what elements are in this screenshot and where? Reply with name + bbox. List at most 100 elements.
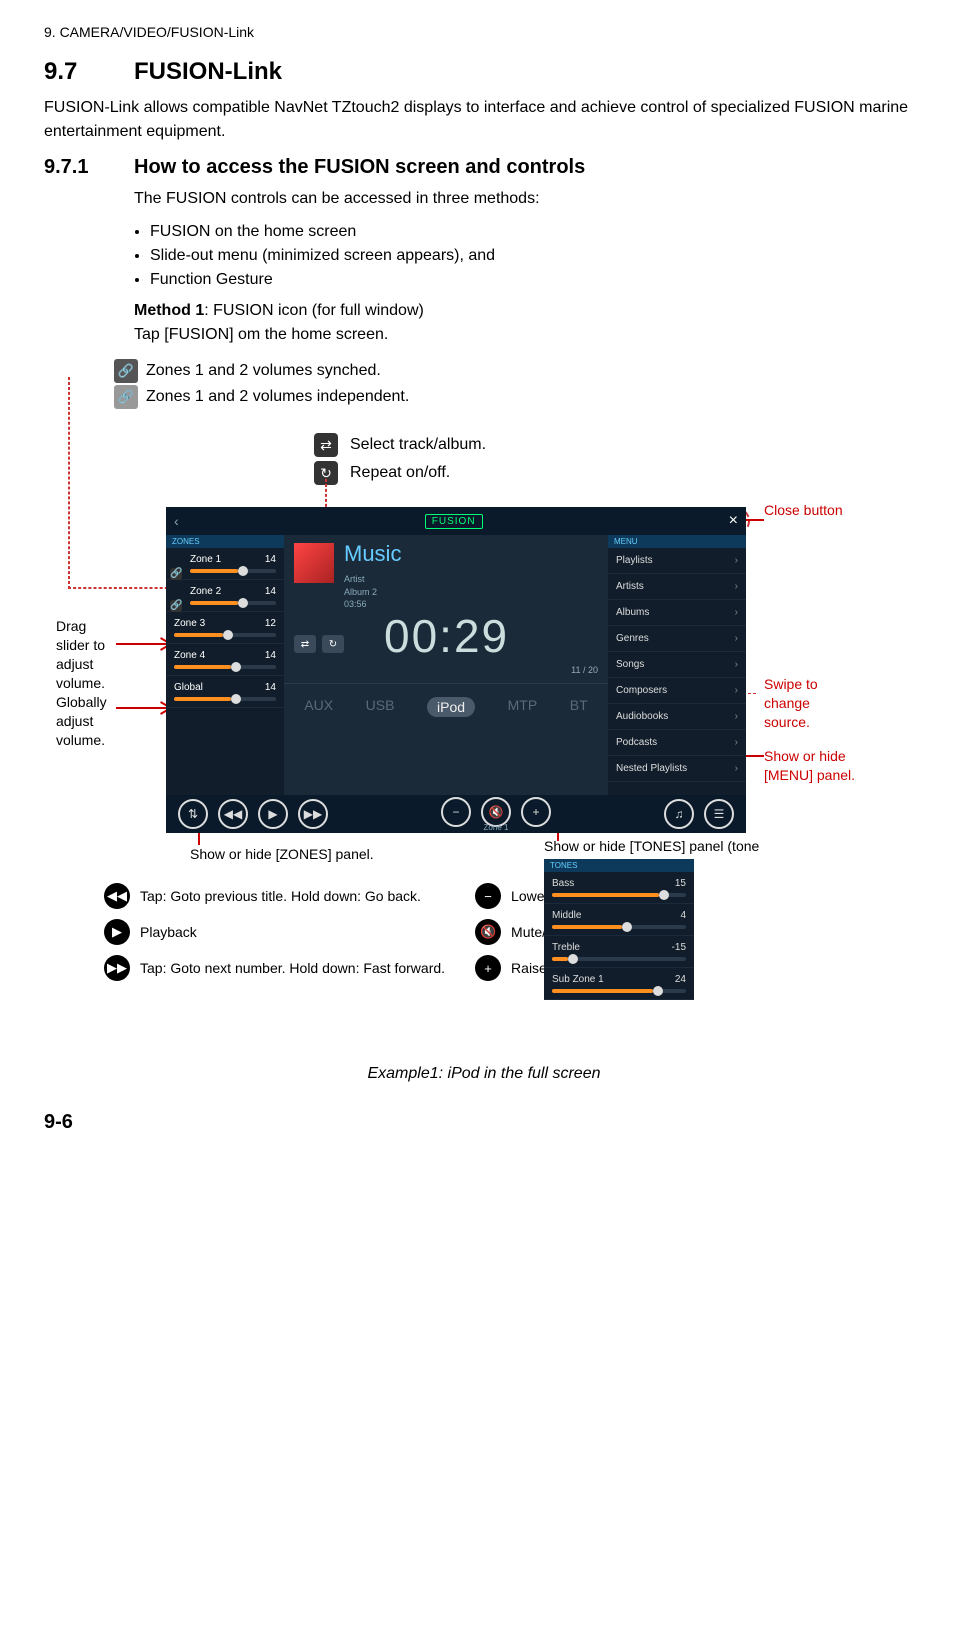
zone-slider[interactable] <box>174 697 276 701</box>
menu-item-label: Podcasts <box>616 737 657 748</box>
chevron-right-icon: › <box>735 711 738 722</box>
tone-slider[interactable] <box>552 893 686 897</box>
menu-item-label: Audiobooks <box>616 711 668 722</box>
source-item[interactable]: BT <box>570 697 588 717</box>
menu-item[interactable]: Genres› <box>608 626 746 652</box>
menu-item[interactable]: Nested Playlists › <box>608 756 746 782</box>
tone-name: Sub Zone 1 <box>552 974 604 985</box>
legend-independent: Zones 1 and 2 volumes independent. <box>146 388 409 406</box>
source-item[interactable]: USB <box>366 697 395 717</box>
zone-val: 14 <box>265 554 276 565</box>
zone-slider[interactable] <box>174 665 276 669</box>
menu-item[interactable]: Composers › <box>608 678 746 704</box>
menu-panel: MENU Playlists› Artists› Albums› Genres›… <box>608 535 746 795</box>
section-heading: 9.7FUSION-Link <box>44 58 924 86</box>
diagram: ⇄Select track/album. ↻Repeat on/off. Dra… <box>114 421 894 971</box>
tone-val: -15 <box>672 942 686 953</box>
shuffle-icon: ⇄ <box>314 433 338 457</box>
subsection-heading: 9.7.1How to access the FUSION screen and… <box>44 156 924 179</box>
page-header: 9. CAMERA/VIDEO/FUSION-Link <box>44 24 924 40</box>
menu-item-label: Artists <box>616 581 644 592</box>
source-selector[interactable]: AUX USB iPod MTP BT <box>284 691 608 723</box>
menu-item-label: Composers <box>616 685 667 696</box>
zone-name: Zone 4 <box>174 650 205 661</box>
close-button[interactable]: × <box>729 512 738 530</box>
tones-panel: TONES Bass15 Middle4 Treble-15 Sub Zone … <box>544 859 694 1000</box>
zones-toggle-button[interactable]: ⇅ <box>178 799 208 829</box>
sync-icon[interactable]: 🔗 <box>170 600 182 612</box>
repeat-button[interactable]: ↻ <box>322 635 344 653</box>
zone-name: Global <box>174 682 203 693</box>
chevron-right-icon: › <box>735 685 738 696</box>
next-button[interactable]: ▶▶ <box>298 799 328 829</box>
menu-title: MENU <box>608 535 746 548</box>
menu-item[interactable]: Playlists› <box>608 548 746 574</box>
prev-button[interactable]: ◀◀ <box>218 799 248 829</box>
next-icon: ▶▶ <box>104 955 130 981</box>
play-button[interactable]: ▶ <box>258 799 288 829</box>
vol-down-button[interactable]: − <box>441 797 471 827</box>
chevron-right-icon: › <box>735 607 738 618</box>
source-item[interactable]: AUX <box>304 697 333 717</box>
zones-panel: ZONES 🔗Zone 114 🔗Zone 214 Zone 312 Zone … <box>166 535 284 795</box>
tones-title: TONES <box>544 859 694 872</box>
zone-slider[interactable] <box>190 569 276 573</box>
section-intro: FUSION-Link allows compatible NavNet TZt… <box>44 96 924 144</box>
play-icon: ▶ <box>104 919 130 945</box>
callout-drag: Drag slider to adjust volume. <box>56 617 116 693</box>
menu-item[interactable]: Albums› <box>608 600 746 626</box>
menu-item[interactable]: Podcasts › <box>608 730 746 756</box>
list-item: Slide-out menu (minimized screen appears… <box>150 247 924 265</box>
tone-slider[interactable] <box>552 957 686 961</box>
chevron-right-icon: › <box>735 633 738 644</box>
method-line2: Tap [FUSION] om the home screen. <box>134 326 388 343</box>
zone-slider[interactable] <box>174 633 276 637</box>
method-list: FUSION on the home screen Slide-out menu… <box>134 223 924 289</box>
figure-caption: Example1: iPod in the full screen <box>44 1065 924 1083</box>
callout-swipe: Swipe to change source. <box>764 675 844 732</box>
callout-close: Close button <box>764 501 843 520</box>
legend-synched: Zones 1 and 2 volumes synched. <box>146 362 381 380</box>
menu-item[interactable]: Songs › <box>608 652 746 678</box>
legend-play: Playback <box>140 924 197 940</box>
sync-icon[interactable]: 🔗 <box>170 568 182 580</box>
zone-slider[interactable] <box>190 601 276 605</box>
tones-toggle-button[interactable]: ♫ <box>664 799 694 829</box>
legend-prev: Tap: Goto previous title. Hold down: Go … <box>140 888 421 904</box>
menu-toggle-button[interactable]: ☰ <box>704 799 734 829</box>
back-button[interactable]: ‹ <box>174 513 179 529</box>
legend-next: Tap: Goto next number. Hold down: Fast f… <box>140 960 445 976</box>
zone-val: 14 <box>265 650 276 661</box>
source-item[interactable]: MTP <box>508 697 538 717</box>
source-item-active[interactable]: iPod <box>427 697 475 717</box>
callout-show-menu: Show or hide [MENU] panel. <box>764 747 874 785</box>
mute-icon: 🔇 <box>475 919 501 945</box>
tone-slider[interactable] <box>552 925 686 929</box>
menu-item-label: Nested Playlists <box>616 763 687 774</box>
menu-item[interactable]: Audiobooks › <box>608 704 746 730</box>
album-art <box>294 543 334 583</box>
chevron-right-icon: › <box>735 659 738 670</box>
chevron-right-icon: › <box>735 763 738 774</box>
menu-item[interactable]: Artists› <box>608 574 746 600</box>
shuffle-button[interactable]: ⇄ <box>294 635 316 653</box>
page-number: 9-6 <box>44 1111 924 1134</box>
link-independent-icon: 🔗 <box>114 385 138 409</box>
callout-global: Globally adjust volume. <box>56 693 118 750</box>
zones-title: ZONES <box>166 535 284 548</box>
method-line: Method 1: FUSION icon (for full window)T… <box>134 299 924 347</box>
track-artist: Artist <box>344 574 365 584</box>
zone-name: Zone 2 <box>190 586 221 597</box>
now-playing-panel: Music ArtistAlbum 203:56 ⇄↻ 00:29 11 / 2… <box>284 535 608 795</box>
menu-item-label: Songs <box>616 659 644 670</box>
subsection-title: How to access the FUSION screen and cont… <box>134 156 585 178</box>
track-duration: 03:56 <box>344 599 367 609</box>
tone-slider[interactable] <box>552 989 686 993</box>
chevron-right-icon: › <box>735 737 738 748</box>
tone-name: Bass <box>552 878 574 889</box>
elapsed-time: 00:29 <box>384 609 509 663</box>
legend-shuffle: Select track/album. <box>350 436 486 454</box>
zone-val: 14 <box>265 682 276 693</box>
vol-up-button[interactable]: + <box>521 797 551 827</box>
subsection-lead: The FUSION controls can be accessed in t… <box>134 187 924 211</box>
